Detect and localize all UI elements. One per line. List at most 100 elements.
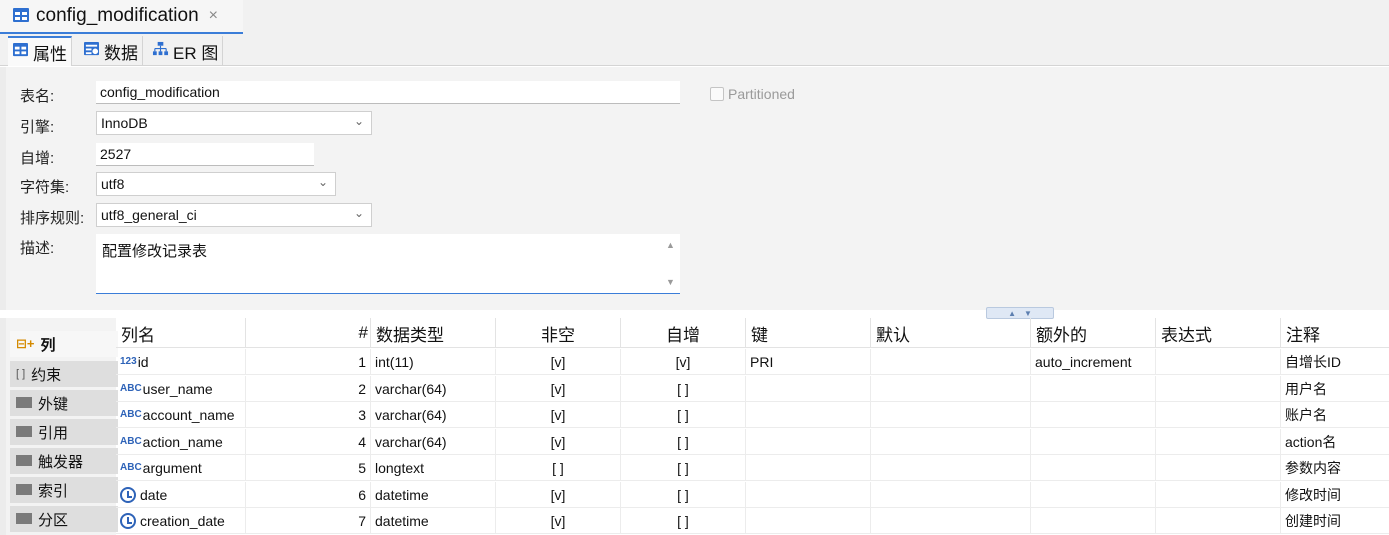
column-name-cell[interactable]: date (116, 481, 246, 508)
tab-data[interactable]: 数据 (79, 36, 143, 66)
column-name-cell[interactable]: creation_date (116, 508, 246, 534)
column-header-expression[interactable]: 表达式 (1156, 318, 1281, 348)
comment-cell[interactable]: 参数内容 (1281, 455, 1389, 481)
nav-item-foreign-keys[interactable]: 外键 (10, 390, 118, 416)
expression-cell[interactable] (1156, 349, 1281, 375)
table-row[interactable]: date 6 datetime [v][ ] 修改时间 (116, 481, 1389, 508)
default-cell[interactable] (871, 481, 1031, 508)
default-cell[interactable] (871, 375, 1031, 402)
nav-item-constraints[interactable]: [ ] 约束 (10, 361, 118, 387)
expression-cell[interactable] (1156, 375, 1281, 402)
close-icon[interactable]: × (209, 7, 218, 25)
comment-cell[interactable]: 修改时间 (1281, 482, 1389, 508)
comment-cell[interactable]: 创建时间 (1281, 508, 1389, 534)
not-null-cell[interactable]: [v] (496, 428, 621, 455)
ordinal-cell[interactable]: 4 (246, 428, 371, 455)
expression-cell[interactable] (1156, 508, 1281, 534)
column-header-type[interactable]: 数据类型 (371, 318, 496, 348)
auto-increment-cell[interactable]: [v] (621, 349, 746, 375)
comment-cell[interactable]: 账户名 (1281, 402, 1389, 428)
auto-increment-cell[interactable]: [ ] (621, 402, 746, 428)
table-row[interactable]: ABC argument 5 longtext[ ][ ] 参数内容 (116, 455, 1389, 481)
data-type-cell[interactable]: varchar(64) (371, 402, 496, 428)
data-type-cell[interactable]: varchar(64) (371, 375, 496, 402)
not-null-cell[interactable]: [v] (496, 402, 621, 428)
data-type-cell[interactable]: longtext (371, 455, 496, 481)
key-cell[interactable] (746, 455, 871, 481)
charset-select[interactable]: utf8 ⌄ (96, 172, 336, 196)
table-row[interactable]: ABC account_name 3 varchar(64) [v][ ] 账户名 (116, 402, 1389, 428)
data-type-cell[interactable]: int(11) (371, 349, 496, 375)
table-row[interactable]: 123 id 1 int(11) [v] [v] PRI auto_increment 自增长I… (116, 349, 1389, 375)
data-type-cell[interactable]: datetime (371, 481, 496, 508)
description-textarea[interactable]: 配置修改记录表 ▲ ▼ (96, 234, 680, 294)
editor-tab-config-modification[interactable]: config_modification × (0, 0, 243, 34)
extra-cell[interactable] (1031, 455, 1156, 481)
auto-increment-input[interactable]: 2527 (96, 143, 314, 166)
nav-item-partitions[interactable]: 分区 (10, 506, 118, 532)
scroll-up-icon[interactable]: ▲ (666, 240, 676, 250)
column-name-cell[interactable]: ABC action_name (116, 428, 246, 455)
table-row[interactable]: ABC action_name 4 varchar(64) [v][ ] action名 (116, 428, 1389, 455)
extra-cell[interactable] (1031, 375, 1156, 402)
column-header-auto-increment[interactable]: 自增 (621, 318, 746, 348)
ordinal-cell[interactable]: 6 (246, 481, 371, 508)
expression-cell[interactable] (1156, 455, 1281, 481)
not-null-cell[interactable]: [ ] (496, 455, 621, 481)
auto-increment-cell[interactable]: [ ] (621, 455, 746, 481)
tab-properties[interactable]: 属性 (8, 36, 72, 66)
ordinal-cell[interactable]: 1 (246, 349, 371, 375)
default-cell[interactable] (871, 455, 1031, 481)
default-cell[interactable] (871, 508, 1031, 534)
extra-cell[interactable] (1031, 402, 1156, 428)
ordinal-cell[interactable]: 7 (246, 508, 371, 534)
key-cell[interactable] (746, 375, 871, 402)
default-cell[interactable] (871, 402, 1031, 428)
tab-er-diagram[interactable]: ER 图 (148, 36, 224, 66)
engine-select[interactable]: InnoDB ⌄ (96, 111, 372, 135)
key-cell[interactable] (746, 428, 871, 455)
nav-item-indexes[interactable]: 索引 (10, 477, 118, 503)
expand-down-icon[interactable]: ▼ (1024, 309, 1032, 318)
key-cell[interactable] (746, 508, 871, 534)
column-name-cell[interactable]: 123 id (116, 349, 246, 375)
column-header-comment[interactable]: 注释 (1281, 318, 1389, 348)
default-cell[interactable] (871, 428, 1031, 455)
data-type-cell[interactable]: varchar(64) (371, 428, 496, 455)
column-header-extra[interactable]: 额外的 (1031, 318, 1156, 348)
not-null-cell[interactable]: [v] (496, 349, 621, 375)
nav-item-columns[interactable]: ⊟+ 列 (10, 331, 118, 357)
data-type-cell[interactable]: datetime (371, 508, 496, 534)
column-header-default[interactable]: 默认 (871, 318, 1031, 348)
comment-cell[interactable]: action名 (1281, 429, 1389, 455)
table-row[interactable]: ABC user_name 2 varchar(64) [v][ ] 用户名 (116, 375, 1389, 402)
column-name-cell[interactable]: ABC account_name (116, 402, 246, 428)
table-row[interactable]: creation_date 7 datetime [v][ ] 创建时间 (116, 508, 1389, 534)
auto-increment-cell[interactable]: [ ] (621, 428, 746, 455)
partitioned-checkbox[interactable]: Partitioned (710, 86, 795, 102)
auto-increment-cell[interactable]: [ ] (621, 375, 746, 402)
column-header-name[interactable]: 列名 (116, 318, 246, 348)
column-name-cell[interactable]: ABC argument (116, 455, 246, 481)
extra-cell[interactable] (1031, 508, 1156, 534)
column-name-cell[interactable]: ABC user_name (116, 375, 246, 402)
auto-increment-cell[interactable]: [ ] (621, 508, 746, 534)
expression-cell[interactable] (1156, 481, 1281, 508)
comment-cell[interactable]: 自增长ID (1281, 349, 1389, 375)
nav-item-triggers[interactable]: 触发器 (10, 448, 118, 474)
collation-select[interactable]: utf8_general_ci ⌄ (96, 203, 372, 227)
ordinal-cell[interactable]: 5 (246, 455, 371, 481)
expression-cell[interactable] (1156, 428, 1281, 455)
extra-cell[interactable] (1031, 428, 1156, 455)
nav-item-references[interactable]: 引用 (10, 419, 118, 445)
extra-cell[interactable]: auto_increment (1031, 349, 1156, 375)
not-null-cell[interactable]: [v] (496, 375, 621, 402)
column-header-number[interactable]: # (246, 318, 371, 348)
table-name-input[interactable]: config_modification (96, 81, 680, 104)
auto-increment-cell[interactable]: [ ] (621, 481, 746, 508)
comment-cell[interactable]: 用户名 (1281, 376, 1389, 402)
collapse-up-icon[interactable]: ▲ (1008, 309, 1016, 318)
extra-cell[interactable] (1031, 481, 1156, 508)
not-null-cell[interactable]: [v] (496, 508, 621, 534)
scroll-down-icon[interactable]: ▼ (666, 277, 676, 287)
